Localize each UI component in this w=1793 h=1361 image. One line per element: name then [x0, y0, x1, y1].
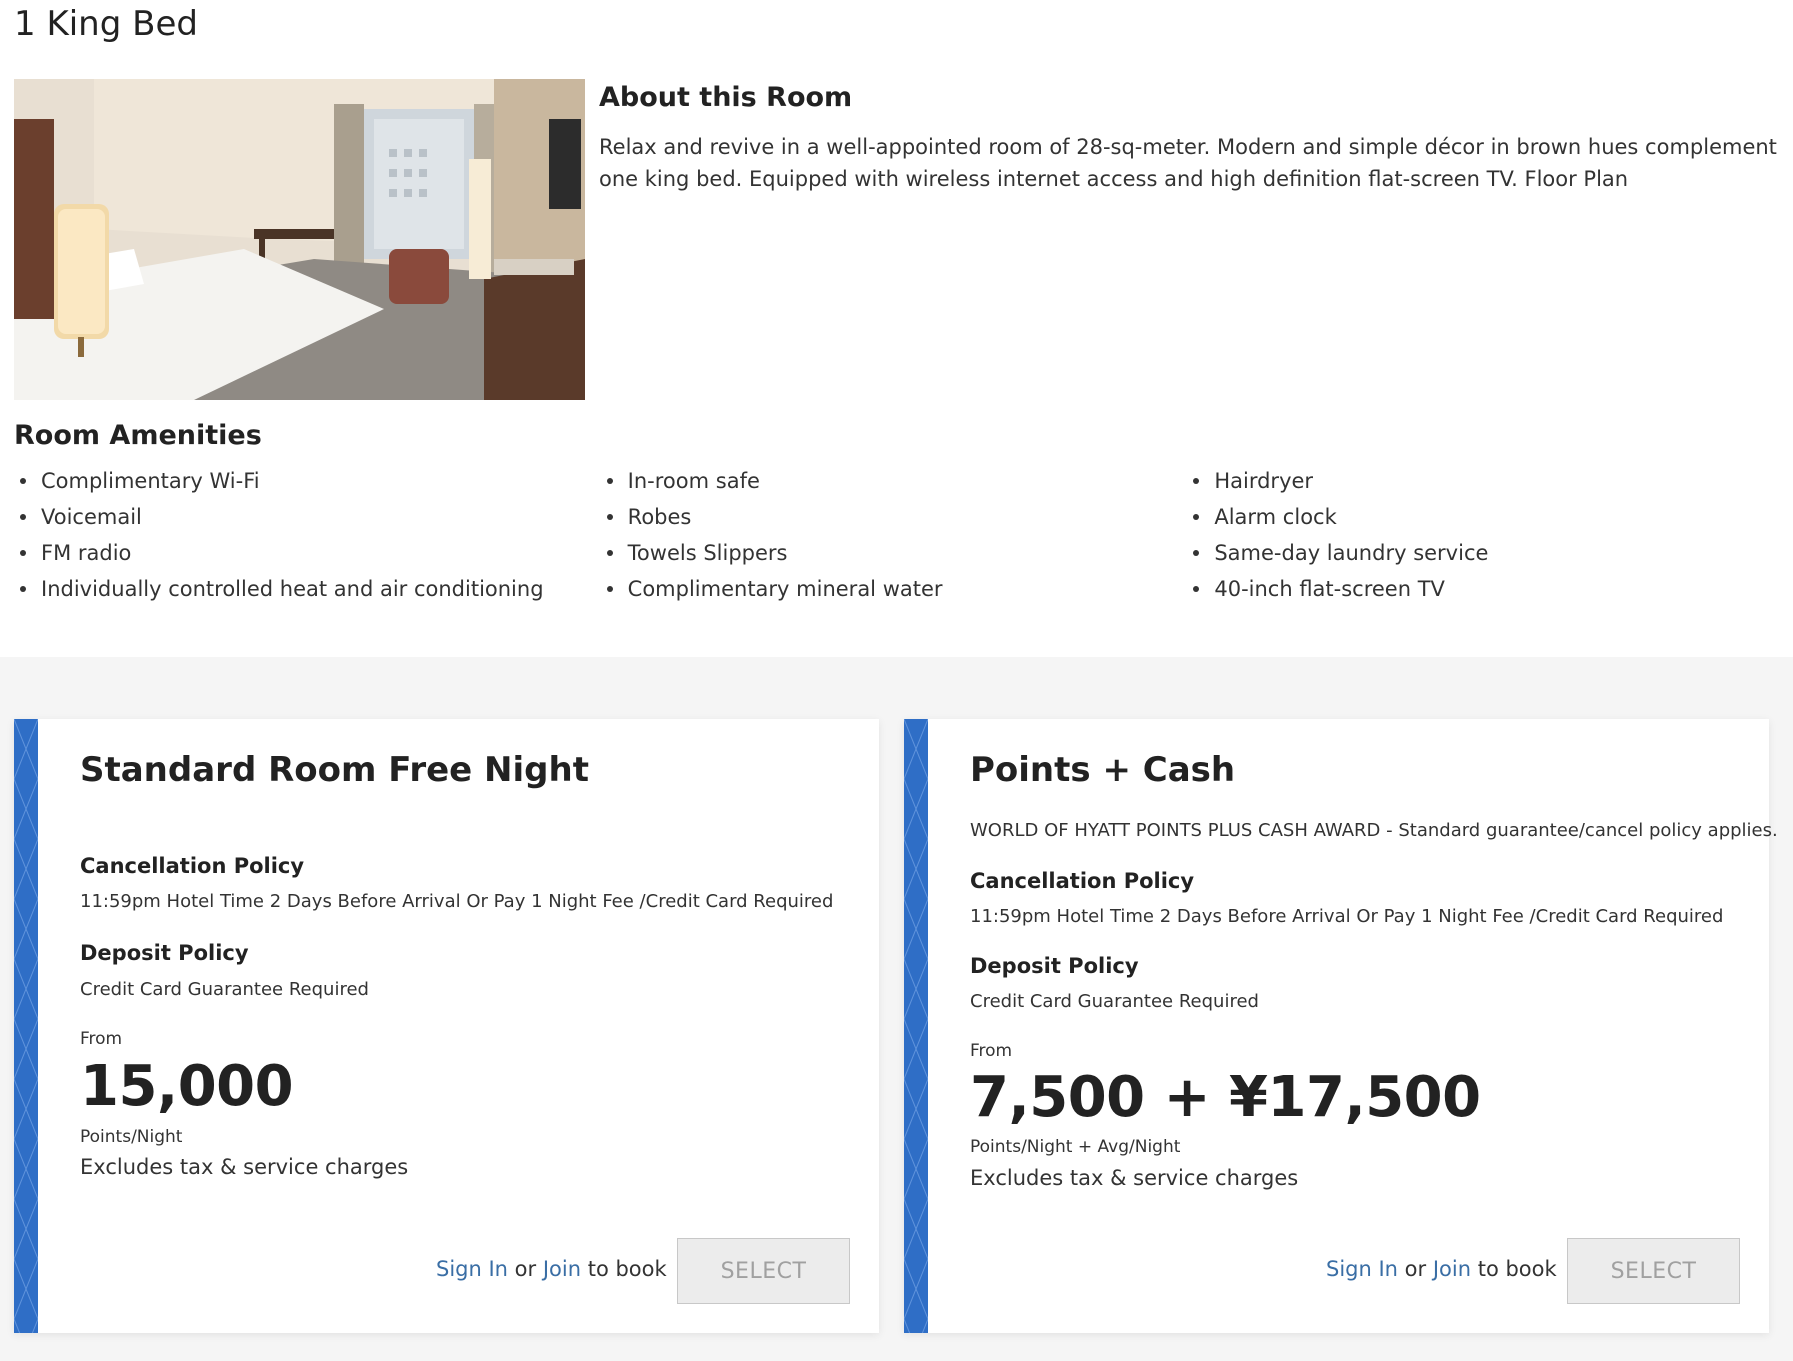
amenity-item: Same-day laundry service — [1187, 535, 1774, 571]
room-title: 1 King Bed — [14, 4, 198, 44]
amenity-item: Hairdryer — [1187, 463, 1774, 499]
or-text: or — [1404, 1257, 1427, 1281]
from-label: From — [970, 1041, 1013, 1061]
amenities-column: Complimentary Wi-Fi Voicemail FM radio I… — [14, 463, 601, 607]
excludes-note: Excludes tax & service charges — [80, 1155, 409, 1179]
cancellation-heading: Cancellation Policy — [970, 869, 1195, 893]
amenity-item: Complimentary mineral water — [601, 571, 1188, 607]
join-link[interactable]: Join — [1433, 1257, 1471, 1281]
sign-in-link[interactable]: Sign In — [436, 1257, 508, 1281]
deposit-heading: Deposit Policy — [80, 941, 249, 965]
amenities-heading: Room Amenities — [14, 420, 262, 451]
select-button[interactable]: SELECT — [677, 1238, 850, 1304]
offer-card-points-cash: Points + Cash WORLD OF HYATT POINTS PLUS… — [904, 719, 1778, 1333]
deposit-text: Credit Card Guarantee Required — [970, 991, 1259, 1012]
price-unit: Points/Night + Avg/Night — [970, 1137, 1181, 1157]
offer-accent-stripe — [904, 719, 928, 1333]
deposit-heading: Deposit Policy — [970, 954, 1139, 978]
book-prompt: Sign In or Join to book — [1326, 1257, 1557, 1281]
deposit-text: Credit Card Guarantee Required — [80, 979, 369, 1000]
room-photo — [14, 79, 585, 400]
select-button[interactable]: SELECT — [1567, 1238, 1740, 1304]
to-book-text: to book — [587, 1257, 667, 1281]
amenity-item: Robes — [601, 499, 1188, 535]
amenity-item: In-room safe — [601, 463, 1188, 499]
amenity-item: Complimentary Wi-Fi — [14, 463, 601, 499]
cancellation-text: 11:59pm Hotel Time 2 Days Before Arrival… — [80, 891, 834, 912]
offer-card-free-night: Standard Room Free Night Cancellation Po… — [14, 719, 879, 1333]
offer-title: Points + Cash — [970, 750, 1236, 790]
amenities-list: Complimentary Wi-Fi Voicemail FM radio I… — [14, 463, 1774, 607]
book-prompt: Sign In or Join to book — [436, 1257, 667, 1281]
about-heading: About this Room — [599, 82, 853, 113]
sign-in-link[interactable]: Sign In — [1326, 1257, 1398, 1281]
amenities-column: In-room safe Robes Towels Slippers Compl… — [601, 463, 1188, 607]
amenities-column: Hairdryer Alarm clock Same-day laundry s… — [1187, 463, 1774, 607]
offer-accent-stripe — [14, 719, 38, 1333]
offer-description: WORLD OF HYATT POINTS PLUS CASH AWARD - … — [970, 820, 1778, 841]
join-link[interactable]: Join — [543, 1257, 581, 1281]
from-label: From — [80, 1029, 123, 1049]
to-book-text: to book — [1477, 1257, 1557, 1281]
room-details-section: 1 King Bed About this Room Relax and rev… — [0, 0, 1793, 657]
offer-price: 15,000 — [80, 1054, 294, 1119]
amenity-item: Individually controlled heat and air con… — [14, 571, 601, 607]
price-unit: Points/Night — [80, 1127, 183, 1147]
amenity-item: Towels Slippers — [601, 535, 1188, 571]
cancellation-text: 11:59pm Hotel Time 2 Days Before Arrival… — [970, 906, 1724, 927]
offer-title: Standard Room Free Night — [80, 750, 589, 790]
amenity-item: 40-inch flat-screen TV — [1187, 571, 1774, 607]
excludes-note: Excludes tax & service charges — [970, 1166, 1299, 1190]
cancellation-heading: Cancellation Policy — [80, 854, 305, 878]
about-text: Relax and revive in a well-appointed roo… — [599, 135, 1777, 191]
or-text: or — [514, 1257, 537, 1281]
amenity-item: Voicemail — [14, 499, 601, 535]
rate-offers: Standard Room Free Night Cancellation Po… — [14, 719, 1778, 1333]
offer-price: 7,500 + ¥17,500 — [970, 1065, 1481, 1130]
amenity-item: Alarm clock — [1187, 499, 1774, 535]
about-room: About this Room Relax and revive in a we… — [599, 82, 1779, 195]
amenity-item: FM radio — [14, 535, 601, 571]
